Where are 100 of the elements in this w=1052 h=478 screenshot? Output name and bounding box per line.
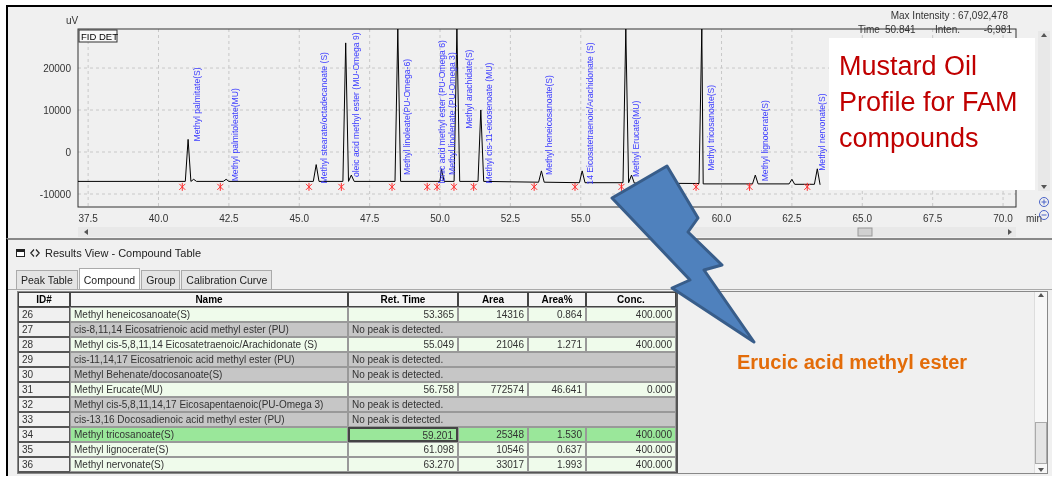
y-tick-label: 20000 (43, 63, 71, 75)
table-cell: cis-8,11,14 Eicosatrienoic acid methyl ester (PU) (70, 322, 348, 337)
table-cell: Methyl lignocerate(S) (70, 442, 348, 457)
table-cell: 35 (18, 442, 70, 457)
table-cell: Methyl tricosanoate(S) (70, 427, 348, 442)
column-header[interactable]: Area% (528, 292, 586, 307)
horizontal-scrollbar[interactable] (78, 227, 1016, 237)
table-cell: cis-11,14,17 Eicosatrienoic acid methyl ester (PU) (70, 352, 348, 367)
x-tick-label: 70.0 (993, 213, 1013, 224)
x-tick-label: 52.5 (500, 213, 521, 224)
table-cell: 34 (18, 427, 70, 442)
table-cell: 772574 (458, 382, 528, 397)
tab[interactable]: Compound (78, 268, 141, 289)
table-cell: 0.637 (528, 442, 586, 457)
table-cell: 33 (18, 412, 70, 427)
table-cell: No peak is detected. (348, 412, 676, 427)
panel-title: Results View - Compound Table (45, 247, 202, 259)
table-cell: 29 (18, 352, 70, 367)
x-tick-label: 65.0 (852, 213, 873, 224)
peak-label: Methyl lignocerate(S) (759, 100, 770, 182)
scroll-thumb[interactable] (1035, 421, 1047, 464)
table-cell: No peak is detected. (348, 352, 676, 367)
column-header[interactable]: Ret. Time (348, 292, 458, 307)
x-tick-label: 37.5 (78, 213, 98, 224)
scroll-up-icon[interactable] (1037, 292, 1045, 298)
table-cell: 61.098 (348, 442, 458, 457)
peak-label: Methyl linoleate(PU-Omega-6) (402, 58, 412, 175)
table-cell: 21046 (458, 337, 528, 352)
table-cell: 46.641 (528, 382, 586, 397)
table-cell: 63.270 (348, 457, 458, 472)
window-icon[interactable] (16, 249, 25, 257)
scroll-down-icon[interactable] (1037, 467, 1045, 473)
table-cell: cis-13,16 Docosadienoic acid methyl ester (PU) (70, 412, 348, 427)
table-cell: 0.864 (528, 307, 586, 322)
tab[interactable]: Group (141, 270, 181, 289)
table-cell: 55.049 (348, 337, 458, 352)
table-cell: 59.201 (348, 427, 458, 442)
column-header[interactable]: Area (458, 292, 528, 307)
peak-label: lenic acid methyl ester (PU-Omega 6) (437, 40, 448, 184)
vertical-scrollbar[interactable] (1034, 292, 1047, 473)
table-cell: 1.530 (528, 427, 586, 442)
x-tick-label: 55.0 (571, 213, 591, 224)
x-tick-label: 42.5 (219, 213, 239, 224)
tab[interactable]: Calibration Curve (181, 270, 273, 289)
callout-note: Erucic acid methyl ester (737, 350, 969, 375)
peak-label: Methyl Erucate(MU) (631, 100, 642, 178)
tab[interactable]: Peak Table (16, 270, 78, 289)
table-cell: 400.000 (586, 337, 676, 352)
code-icon[interactable] (30, 249, 40, 257)
table-cell: 14316 (458, 307, 528, 322)
column-header[interactable]: Name (70, 292, 348, 307)
peak-label: oleic acid methyl ester (MU-Omega 9) (351, 32, 362, 178)
x-tick-label: 45.0 (289, 213, 309, 224)
cursor-time: 50.841 (885, 24, 916, 35)
peak-label: Methyl arachidate(S) (463, 49, 474, 129)
table-cell: 10546 (458, 442, 528, 457)
x-axis-unit: min (1026, 213, 1043, 224)
table-cell: 53.365 (348, 307, 458, 322)
cursor-time-label: Time (858, 24, 880, 35)
table-cell: 1.993 (528, 457, 586, 472)
peak-label: Methyl tricosanoate(S) (706, 84, 717, 171)
table-cell: 36 (18, 457, 70, 472)
table-cell: 400.000 (586, 457, 676, 472)
max-intensity: Max Intensity : 67,092,478 (890, 10, 1008, 21)
y-axis-unit: uV (66, 15, 79, 26)
peak-label: Methyl nervonate(S) (817, 93, 828, 171)
table-cell: Methyl heneicosanoate(S) (70, 307, 348, 322)
table-cell: 33017 (458, 457, 528, 472)
table-cell: Methyl cis-5,8,11,14 Eicosatetraenoic/Arachidonate (S) (70, 337, 348, 352)
table-cell: 26 (18, 307, 70, 322)
peak-label: Methyl palmitate(S) (192, 67, 203, 142)
column-header[interactable]: Conc. (586, 292, 676, 307)
x-tick-label: 50.0 (430, 213, 450, 224)
table-cell: 31 (18, 382, 70, 397)
x-tick-label: 62.5 (782, 213, 802, 224)
column-header[interactable]: ID# (18, 292, 70, 307)
table-cell: Methyl Erucate(MU) (70, 382, 348, 397)
table-cell: 30 (18, 367, 70, 382)
zoom-in-icon[interactable] (1039, 197, 1049, 207)
cursor-intensity: -6,981 (983, 24, 1012, 35)
table-cell: No peak is detected. (348, 322, 676, 337)
detector-label: FID DET (78, 29, 118, 43)
table-cell: Methyl Behenate/docosanoate(S) (70, 367, 348, 382)
table-cell: Methyl cis-5,8,11,14,17 Eicosapentaenoic(PU-Omega 3) (70, 397, 348, 412)
cursor-intensity-label: Inten. (935, 24, 961, 35)
table-cell: No peak is detected. (348, 397, 676, 412)
y-tick-label: -10000 (39, 189, 71, 200)
callout-title: Mustard Oil Profile for FAM compounds (829, 38, 1035, 190)
peak-label: Methyl linolenate (PU-Omega 3) (447, 52, 458, 175)
table-cell: Methyl nervonate(S) (70, 457, 348, 472)
table-cell: 28 (18, 337, 70, 352)
table-cell: 400.000 (586, 442, 676, 457)
table-cell: 56.758 (348, 382, 458, 397)
peak-label: Methyl heneicosanoate(S) (544, 75, 555, 175)
peak-label: Methyl stearate/octadecanoate (S) (318, 52, 329, 184)
table-cell: No peak is detected. (348, 367, 676, 382)
x-tick-label: 67.5 (922, 213, 943, 224)
x-tick-label: 60.0 (711, 213, 732, 224)
table-cell: 32 (18, 397, 70, 412)
vertical-scrollbar[interactable] (1038, 31, 1050, 191)
